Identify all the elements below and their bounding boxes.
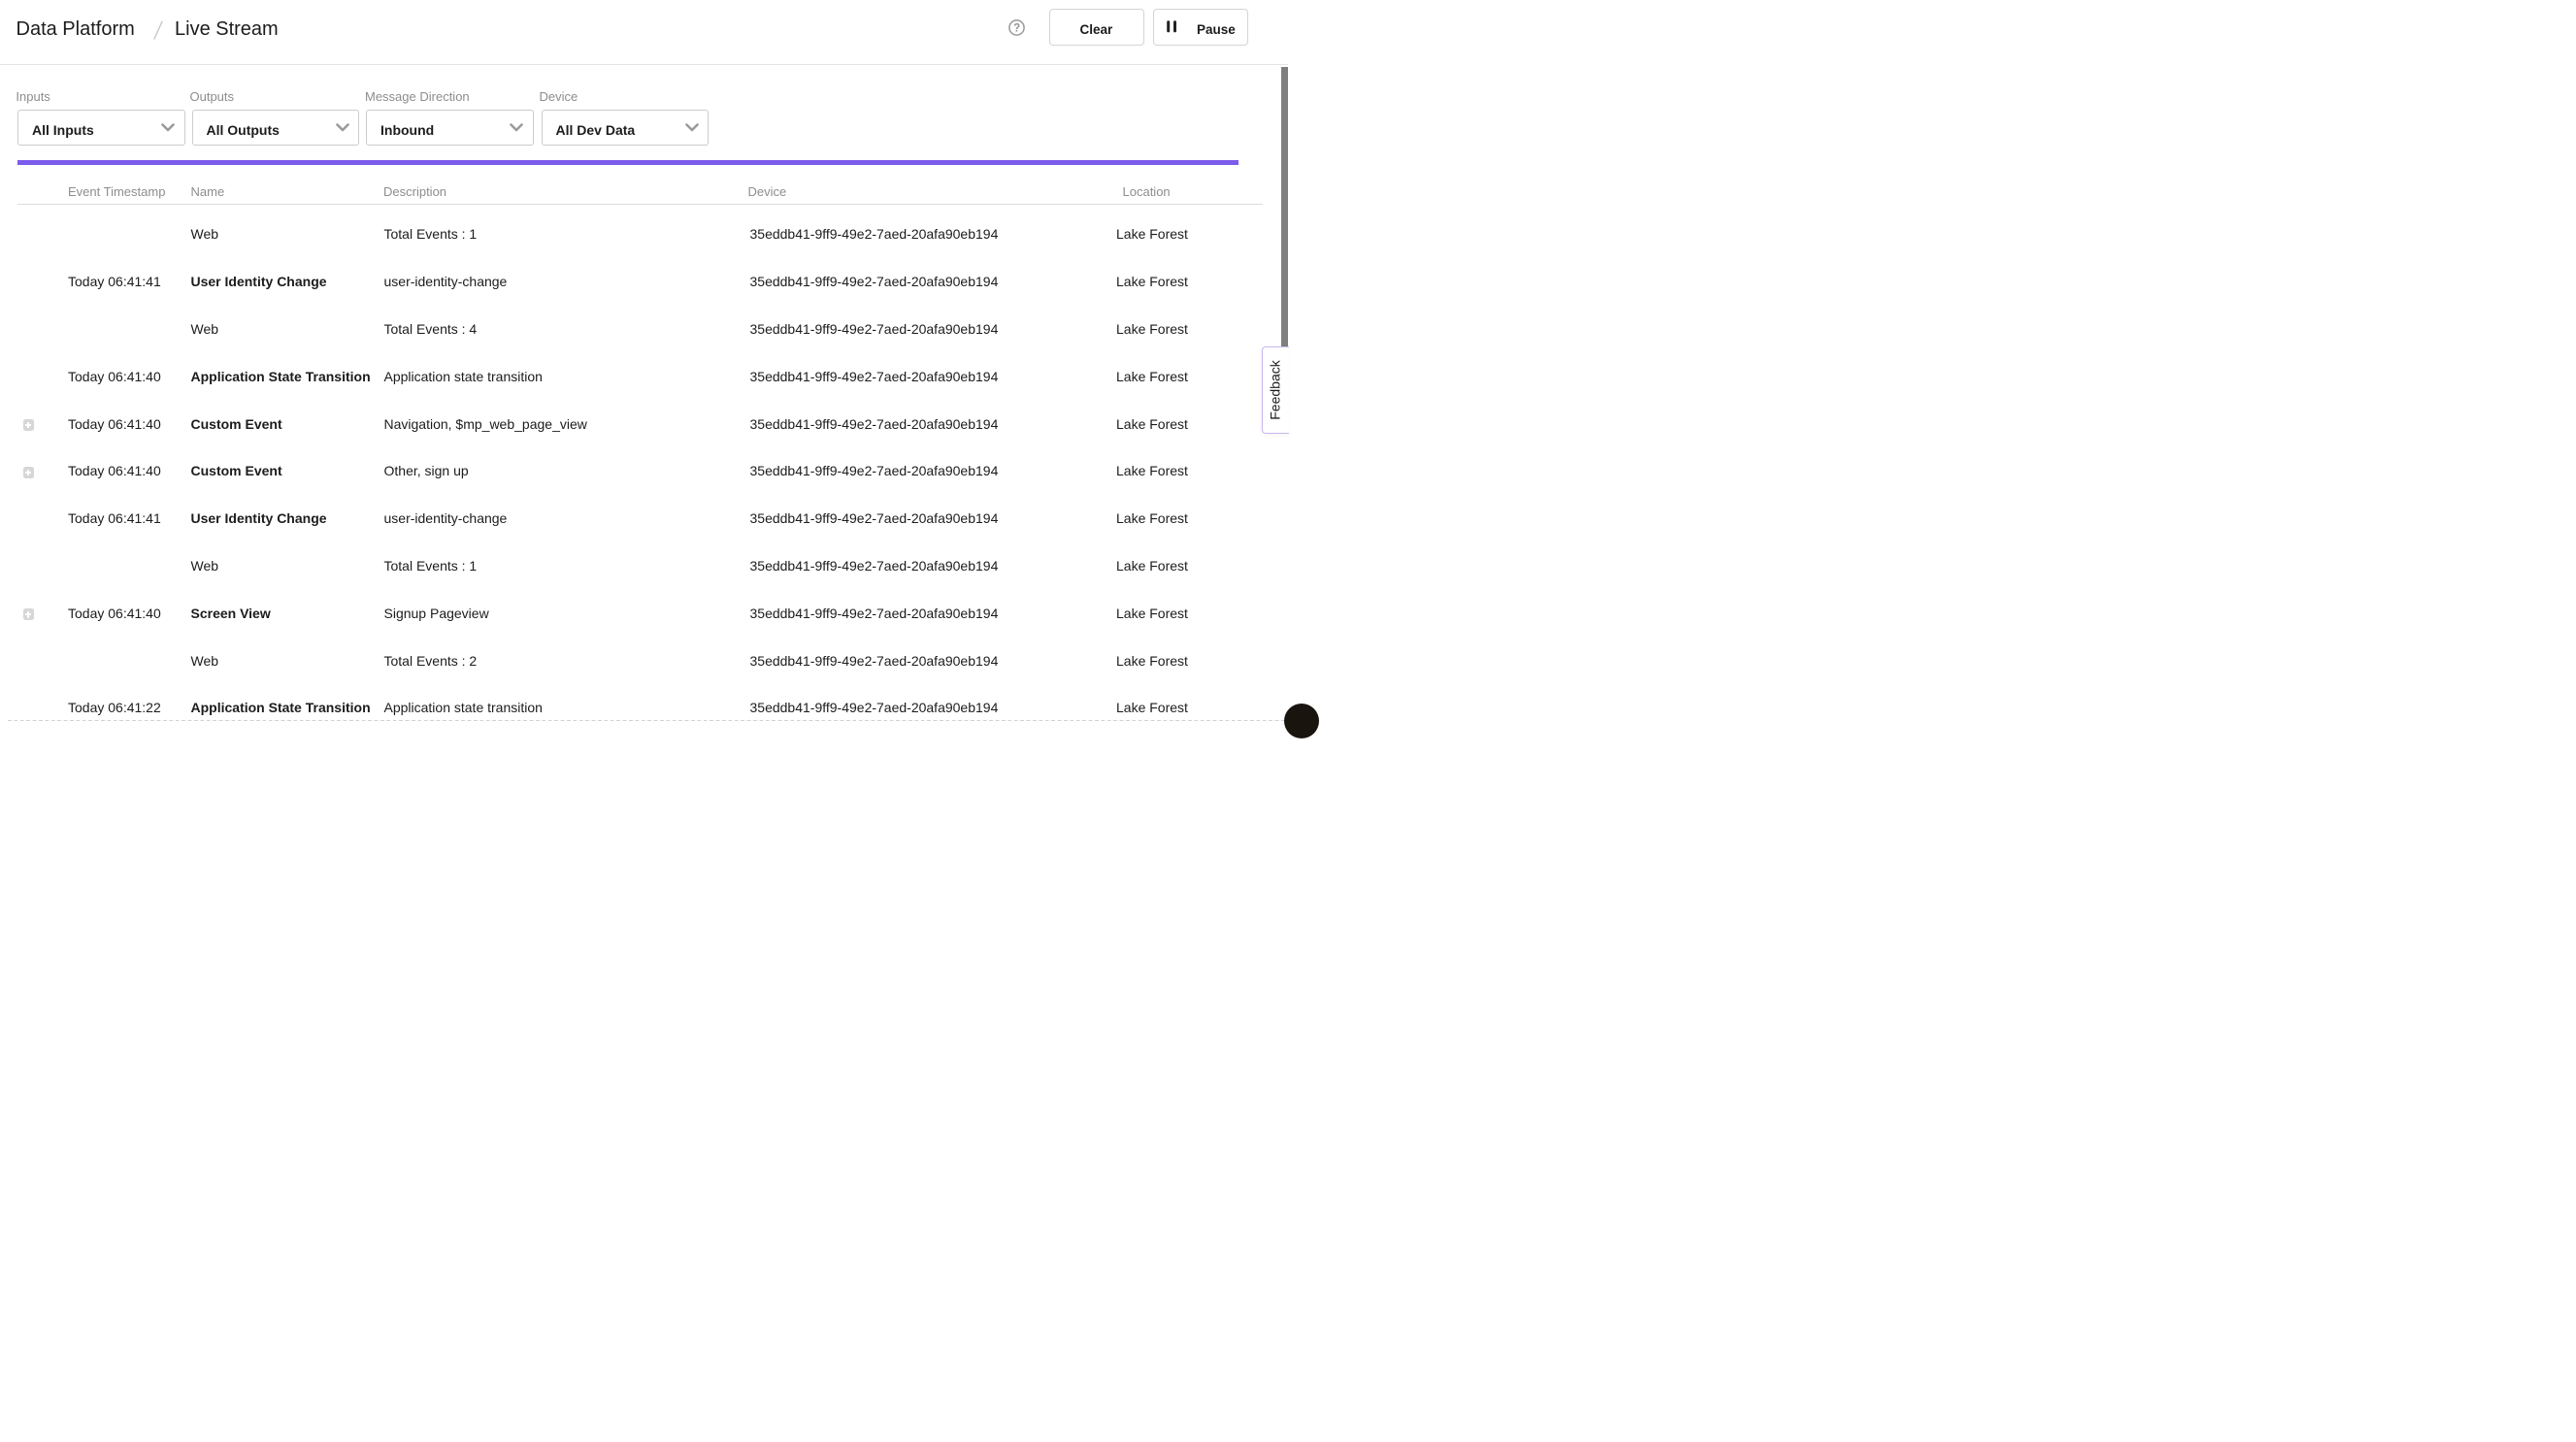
svg-text:?: ? <box>1013 22 1020 34</box>
